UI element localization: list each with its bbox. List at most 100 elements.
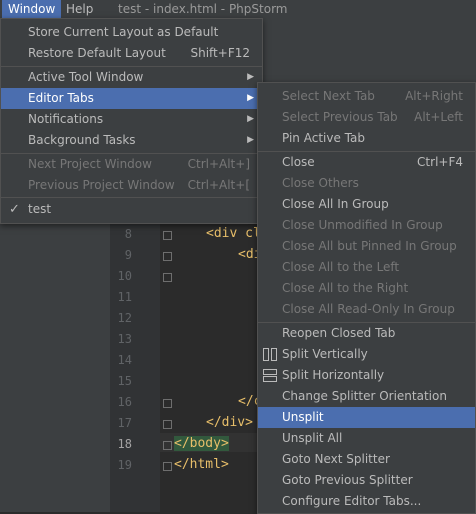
menu-item-previous-project-window[interactable]: Previous Project Window Ctrl+Alt+[: [1, 175, 262, 196]
menu-item-background-tasks[interactable]: Background Tasks ▶: [1, 130, 262, 151]
menu-item-close-all-read-only[interactable]: Close All Read-Only In Group: [258, 299, 475, 320]
menu-item-label: Unsplit All: [282, 431, 343, 445]
menu-item-label: Close Others: [282, 176, 359, 190]
fold-marker-icon[interactable]: [163, 252, 172, 261]
menu-item-label: Notifications: [28, 112, 104, 126]
menu-item-label: Unsplit: [282, 410, 324, 424]
menu-item-label: Close All to the Right: [282, 281, 409, 295]
menu-item-shortcut: Alt+Left: [414, 110, 463, 124]
line-number: 8: [124, 227, 132, 241]
project-panel: [0, 222, 110, 512]
menu-item-label: test: [28, 202, 52, 216]
line-number: 12: [117, 311, 132, 325]
fold-marker-icon[interactable]: [163, 420, 172, 429]
menu-window[interactable]: Window: [2, 0, 62, 18]
menu-item-label: Split Horizontally: [282, 368, 385, 382]
line-number: 10: [117, 269, 132, 283]
menu-item-label: Select Next Tab: [282, 89, 375, 103]
fold-marker-icon[interactable]: [163, 462, 172, 471]
menu-item-close-all-in-group[interactable]: Close All In Group: [258, 194, 475, 215]
menu-item-unsplit-all[interactable]: Unsplit All: [258, 428, 475, 449]
fold-marker-icon[interactable]: [163, 231, 172, 240]
menu-item-store-layout[interactable]: Store Current Layout as Default: [1, 22, 262, 43]
menu-bar: Window Help test - index.html - PhpStorm: [0, 0, 476, 18]
menu-item-reopen-closed-tab[interactable]: Reopen Closed Tab: [258, 323, 475, 344]
menu-item-label: Store Current Layout as Default: [28, 25, 219, 39]
menu-item-label: Configure Editor Tabs...: [282, 494, 422, 508]
menu-item-label: Close All Read-Only In Group: [282, 302, 455, 316]
menu-item-label: Split Vertically: [282, 347, 368, 361]
line-number: 17: [117, 416, 132, 430]
menu-item-goto-previous-splitter[interactable]: Goto Previous Splitter: [258, 470, 475, 491]
submenu-arrow-icon: ▶: [247, 135, 254, 145]
menu-item-label: Active Tool Window: [28, 70, 144, 84]
menu-item-notifications[interactable]: Notifications ▶: [1, 109, 262, 130]
menu-help[interactable]: Help: [60, 0, 99, 18]
fold-marker-icon[interactable]: [163, 441, 172, 450]
menu-item-close[interactable]: Close Ctrl+F4: [258, 152, 475, 173]
line-number: 9: [124, 248, 132, 262]
split-vertically-icon: [263, 348, 277, 361]
window-menu: Store Current Layout as Default Restore …: [0, 18, 263, 224]
menu-item-configure-editor-tabs[interactable]: Configure Editor Tabs...: [258, 491, 475, 512]
menu-item-label: Goto Previous Splitter: [282, 473, 413, 487]
menu-item-close-all-but-pinned[interactable]: Close All but Pinned In Group: [258, 236, 475, 257]
menu-item-pin-active-tab[interactable]: Pin Active Tab: [258, 128, 475, 149]
menu-item-label: Reopen Closed Tab: [282, 326, 396, 340]
menu-item-label: Close All to the Left: [282, 260, 400, 274]
menu-item-label: Previous Project Window: [28, 178, 175, 192]
menu-item-label: Goto Next Splitter: [282, 452, 390, 466]
menu-item-close-all-left[interactable]: Close All to the Left: [258, 257, 475, 278]
submenu-arrow-icon: ▶: [247, 72, 254, 82]
menu-item-change-splitter-orientation[interactable]: Change Splitter Orientation: [258, 386, 475, 407]
code-line: </div>: [206, 415, 253, 430]
menu-item-label: Close All but Pinned In Group: [282, 239, 457, 253]
code-line: </html>: [174, 457, 229, 472]
split-horizontally-icon: [263, 369, 277, 382]
menu-item-next-project-window[interactable]: Next Project Window Ctrl+Alt+]: [1, 154, 262, 175]
menu-item-select-previous-tab[interactable]: Select Previous Tab Alt+Left: [258, 107, 475, 128]
menu-item-shortcut: Ctrl+Alt+[: [187, 178, 250, 192]
menu-item-shortcut: Ctrl+F4: [417, 155, 463, 169]
menu-item-close-unmodified[interactable]: Close Unmodified In Group: [258, 215, 475, 236]
menu-item-shortcut: Alt+Right: [405, 89, 463, 103]
menu-item-goto-next-splitter[interactable]: Goto Next Splitter: [258, 449, 475, 470]
menu-item-label: Close: [282, 155, 315, 169]
menu-item-label: Pin Active Tab: [282, 131, 365, 145]
fold-marker-icon[interactable]: [163, 399, 172, 408]
menu-item-project-test[interactable]: ✓ test: [1, 199, 262, 220]
menu-item-label: Next Project Window: [28, 157, 152, 171]
menu-item-label: Restore Default Layout: [28, 46, 166, 60]
menu-item-label: Editor Tabs: [28, 91, 94, 105]
menu-item-label: Close Unmodified In Group: [282, 218, 443, 232]
menu-item-close-others[interactable]: Close Others: [258, 173, 475, 194]
menu-item-select-next-tab[interactable]: Select Next Tab Alt+Right: [258, 86, 475, 107]
menu-item-split-horizontally[interactable]: Split Horizontally: [258, 365, 475, 386]
line-number: 16: [117, 395, 132, 409]
code-line: <div cl: [206, 226, 261, 241]
editor-tabs-submenu: Select Next Tab Alt+Right Select Previou…: [257, 82, 476, 514]
submenu-arrow-icon: ▶: [247, 114, 254, 124]
menu-item-shortcut: Shift+F12: [190, 46, 250, 60]
menu-item-split-vertically[interactable]: Split Vertically: [258, 344, 475, 365]
window-title: test - index.html - PhpStorm: [118, 2, 288, 16]
menu-item-label: Select Previous Tab: [282, 110, 398, 124]
menu-item-close-all-right[interactable]: Close All to the Right: [258, 278, 475, 299]
menu-item-label: Change Splitter Orientation: [282, 389, 447, 403]
menu-item-editor-tabs[interactable]: Editor Tabs ▶: [1, 88, 262, 109]
line-number: 14: [117, 353, 132, 367]
checkmark-icon: ✓: [9, 202, 20, 217]
line-number: 18: [117, 437, 132, 451]
menu-item-label: Close All In Group: [282, 197, 389, 211]
menu-item-unsplit[interactable]: Unsplit: [258, 407, 475, 428]
menu-item-restore-layout[interactable]: Restore Default Layout Shift+F12: [1, 43, 262, 64]
fold-marker-icon[interactable]: [163, 273, 172, 282]
menu-item-label: Background Tasks: [28, 133, 136, 147]
menu-separator: [1, 197, 262, 198]
line-number: 15: [117, 374, 132, 388]
line-number: 19: [117, 458, 132, 472]
menu-item-shortcut: Ctrl+Alt+]: [187, 157, 250, 171]
menu-item-active-tool-window[interactable]: Active Tool Window ▶: [1, 67, 262, 88]
line-number: 11: [117, 290, 132, 304]
code-line: </body>: [174, 436, 229, 451]
